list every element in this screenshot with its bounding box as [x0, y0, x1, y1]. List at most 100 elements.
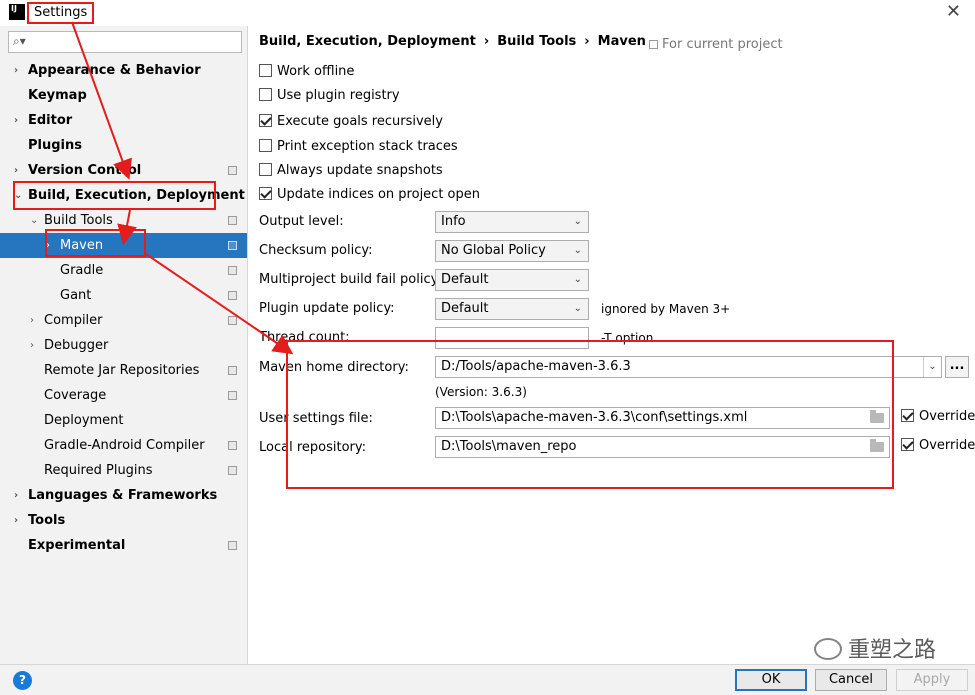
- chevron-right-icon[interactable]: ›: [30, 333, 34, 358]
- update-indices-checkbox[interactable]: Update indices on project open: [259, 185, 480, 205]
- breadcrumb-item[interactable]: Build, Execution, Deployment: [259, 34, 476, 49]
- checkbox-label: Execute goals recursively: [277, 114, 443, 129]
- dialog-footer: ? OK Cancel Apply: [0, 664, 975, 695]
- breadcrumb-separator: ›: [483, 34, 490, 49]
- scope-text: For current project: [662, 37, 783, 52]
- thread-count-note: -T option: [601, 331, 654, 345]
- wechat-icon: [814, 638, 842, 660]
- breadcrumb-item: Maven: [597, 34, 646, 49]
- thread-count-input[interactable]: [435, 327, 589, 349]
- chevron-down-icon[interactable]: ⌄: [14, 183, 22, 208]
- execute-goals-recursively-checkbox[interactable]: Execute goals recursively: [259, 112, 443, 132]
- ok-button[interactable]: OK: [735, 669, 807, 691]
- use-plugin-registry-checkbox[interactable]: Use plugin registry: [259, 86, 400, 106]
- chevron-right-icon[interactable]: ›: [14, 108, 18, 133]
- chevron-right-icon[interactable]: ›: [14, 158, 18, 183]
- checkbox-box[interactable]: [259, 88, 272, 101]
- sidebar-item-label: Compiler: [44, 313, 103, 328]
- sidebar-item-editor[interactable]: › Editor: [0, 108, 247, 133]
- folder-icon[interactable]: [870, 439, 884, 452]
- chevron-right-icon[interactable]: ›: [14, 483, 18, 508]
- checkbox-box[interactable]: [259, 114, 272, 127]
- project-scope-icon: [228, 466, 237, 475]
- sidebar-item-languages-frameworks[interactable]: › Languages & Frameworks: [0, 483, 247, 508]
- sidebar-item-gant[interactable]: Gant: [0, 283, 247, 308]
- project-scope-icon: [228, 541, 237, 550]
- sidebar-item-gradle-android-compiler[interactable]: Gradle-Android Compiler: [0, 433, 247, 458]
- scope-label: For current project: [649, 37, 783, 52]
- user-settings-input[interactable]: D:\Tools\apache-maven-3.6.3\conf\setting…: [435, 407, 890, 429]
- checksum-policy-select[interactable]: No Global Policy ⌄: [435, 240, 589, 262]
- user-settings-value: D:\Tools\apache-maven-3.6.3\conf\setting…: [441, 410, 748, 425]
- maven-version-text: (Version: 3.6.3): [435, 385, 527, 399]
- project-scope-icon: [228, 366, 237, 375]
- always-update-snapshots-checkbox[interactable]: Always update snapshots: [259, 161, 443, 181]
- plugin-update-policy-select[interactable]: Default ⌄: [435, 298, 589, 320]
- sidebar-item-version-control[interactable]: › Version Control: [0, 158, 247, 183]
- sidebar-item-label: Debugger: [44, 338, 109, 353]
- maven-home-browse-button[interactable]: ...: [945, 356, 969, 378]
- output-level-select[interactable]: Info ⌄: [435, 211, 589, 233]
- chevron-down-icon[interactable]: ⌄: [923, 357, 941, 377]
- sidebar-item-label: Tools: [28, 513, 66, 528]
- apply-button[interactable]: Apply: [896, 669, 968, 691]
- project-scope-icon: [228, 166, 237, 175]
- checkbox-box[interactable]: [901, 438, 914, 451]
- sidebar-item-build-tools[interactable]: ⌄ Build Tools: [0, 208, 247, 233]
- chevron-right-icon[interactable]: ›: [14, 508, 18, 533]
- sidebar-item-remote-jar-repositories[interactable]: Remote Jar Repositories: [0, 358, 247, 383]
- sidebar-item-build-execution-deployment[interactable]: ⌄ Build, Execution, Deployment: [0, 183, 247, 208]
- chevron-right-icon[interactable]: ›: [46, 233, 50, 258]
- breadcrumb-item[interactable]: Build Tools: [497, 34, 576, 49]
- close-icon[interactable]: ✕: [946, 1, 961, 22]
- cancel-button[interactable]: Cancel: [815, 669, 887, 691]
- user-settings-override-checkbox[interactable]: Override: [901, 409, 975, 424]
- breadcrumb: Build, Execution, Deployment › Build Tools…: [259, 34, 646, 49]
- project-scope-icon: [228, 391, 237, 400]
- project-scope-icon: [228, 241, 237, 250]
- chevron-down-icon: ⌄: [573, 303, 582, 314]
- sidebar-item-coverage[interactable]: Coverage: [0, 383, 247, 408]
- sidebar-item-appearance-behavior[interactable]: › Appearance & Behavior: [0, 58, 247, 83]
- sidebar-item-label: Gant: [60, 288, 92, 303]
- sidebar-item-label: Required Plugins: [44, 463, 153, 478]
- sidebar-item-required-plugins[interactable]: Required Plugins: [0, 458, 247, 483]
- sidebar-item-plugins[interactable]: Plugins: [0, 133, 247, 158]
- sidebar-item-keymap[interactable]: Keymap: [0, 83, 247, 108]
- multiproject-fail-policy-label: Multiproject build fail policy:: [259, 272, 442, 287]
- help-button[interactable]: ?: [13, 671, 32, 690]
- work-offline-checkbox[interactable]: Work offline: [259, 62, 354, 82]
- print-exception-stack-traces-checkbox[interactable]: Print exception stack traces: [259, 137, 458, 157]
- user-settings-label: User settings file:: [259, 411, 373, 426]
- sidebar-item-gradle[interactable]: Gradle: [0, 258, 247, 283]
- sidebar-item-debugger[interactable]: › Debugger: [0, 333, 247, 358]
- sidebar-item-tools[interactable]: › Tools: [0, 508, 247, 533]
- checkbox-box[interactable]: [259, 64, 272, 77]
- local-repository-override-checkbox[interactable]: Override: [901, 438, 975, 453]
- local-repository-input[interactable]: D:\Tools\maven_repo: [435, 436, 890, 458]
- sidebar-item-experimental[interactable]: Experimental: [0, 533, 247, 558]
- sidebar-item-label: Gradle: [60, 263, 104, 278]
- maven-home-combo[interactable]: D:/Tools/apache-maven-3.6.3 ⌄: [435, 356, 942, 378]
- chevron-right-icon[interactable]: ›: [30, 308, 34, 333]
- sidebar-item-maven[interactable]: › Maven: [0, 233, 247, 258]
- multiproject-fail-policy-select[interactable]: Default ⌄: [435, 269, 589, 291]
- checkbox-box[interactable]: [259, 163, 272, 176]
- chevron-right-icon[interactable]: ›: [14, 58, 18, 83]
- local-repository-value: D:\Tools\maven_repo: [441, 439, 577, 454]
- folder-icon[interactable]: [870, 410, 884, 423]
- window-title: Settings: [27, 2, 95, 24]
- sidebar-item-label: Languages & Frameworks: [28, 488, 218, 503]
- sidebar-item-compiler[interactable]: › Compiler: [0, 308, 247, 333]
- checkbox-box[interactable]: [901, 409, 914, 422]
- chevron-down-icon[interactable]: ⌄: [30, 208, 38, 233]
- search-icon: ⌕▾: [13, 34, 26, 48]
- sidebar-item-deployment[interactable]: Deployment: [0, 408, 247, 433]
- settings-search-input[interactable]: ⌕▾: [8, 31, 242, 53]
- checkbox-box[interactable]: [259, 187, 272, 200]
- sidebar-item-label: Coverage: [44, 388, 107, 403]
- checkbox-box[interactable]: [259, 139, 272, 152]
- checkbox-label: Override: [919, 438, 975, 453]
- select-value: Default: [441, 301, 489, 316]
- project-scope-icon: [228, 441, 237, 450]
